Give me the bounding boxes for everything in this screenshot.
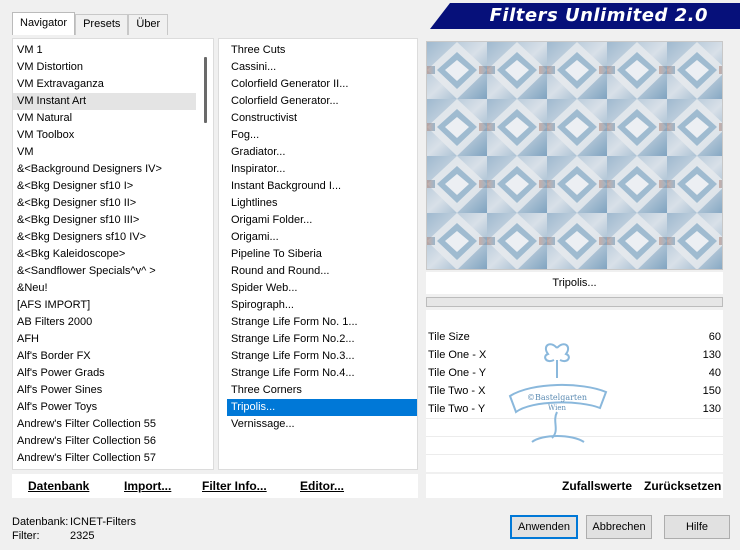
list-item[interactable]: AB Filters 2000 xyxy=(13,314,213,331)
filter-info-button[interactable]: Filter Info... xyxy=(202,479,267,493)
import-button[interactable]: Import... xyxy=(124,479,171,493)
status-database-value: ICNET-Filters xyxy=(70,516,136,528)
list-item[interactable]: Alf's Power Grads xyxy=(13,365,213,382)
left-action-bar: Datenbank Import... Filter Info... Edito… xyxy=(12,474,418,498)
category-scrollbar[interactable] xyxy=(196,39,213,469)
list-item[interactable]: Spider Web... xyxy=(227,280,417,297)
list-item[interactable]: Alf's Power Toys xyxy=(13,399,213,416)
list-item[interactable]: VM Natural xyxy=(13,110,213,127)
list-item[interactable]: Three Corners xyxy=(227,382,417,399)
list-item[interactable]: Gradiator... xyxy=(227,144,417,161)
tab-about[interactable]: Über xyxy=(128,14,169,35)
list-item[interactable]: Andrew's Filter Collection 58 xyxy=(13,467,213,469)
list-item[interactable]: Pipeline To Siberia xyxy=(227,246,417,263)
param-label: Tile Size xyxy=(428,331,470,343)
list-item[interactable]: Spirograph... xyxy=(227,297,417,314)
preview-pattern xyxy=(427,42,722,269)
list-item[interactable]: Tripolis... xyxy=(227,399,417,416)
list-item[interactable]: Origami Folder... xyxy=(227,212,417,229)
param-value[interactable]: 130 xyxy=(703,346,721,364)
list-item[interactable]: &Neu! xyxy=(13,280,213,297)
category-list-panel: VM 1 VM Distortion VM Extravaganza VM Insta… xyxy=(12,38,214,470)
list-item[interactable]: Colorfield Generator II... xyxy=(227,76,417,93)
param-row-empty xyxy=(426,454,723,472)
list-item[interactable]: Instant Background I... xyxy=(227,178,417,195)
list-item[interactable]: Origami... xyxy=(227,229,417,246)
param-label: Tile One - X xyxy=(428,349,487,361)
list-item[interactable]: Andrew's Filter Collection 56 xyxy=(13,433,213,450)
param-value[interactable]: 60 xyxy=(709,328,721,346)
param-row-tile-one-y[interactable]: Tile One - Y 40 xyxy=(426,364,723,382)
status-filter-value: 2325 xyxy=(70,530,95,542)
apply-button[interactable]: Anwenden xyxy=(510,515,578,539)
list-item[interactable]: Constructivist xyxy=(227,110,417,127)
list-item[interactable]: Lightlines xyxy=(227,195,417,212)
preview-image xyxy=(426,41,723,270)
list-item[interactable]: &<Bkg Designer sf10 II> xyxy=(13,195,213,212)
list-item[interactable]: Strange Life Form No.3... xyxy=(227,348,417,365)
list-item[interactable]: VM Distortion xyxy=(13,59,213,76)
tab-strip: Navigator Presets Über xyxy=(12,12,169,35)
list-item[interactable]: Alf's Border FX xyxy=(13,348,213,365)
param-value[interactable]: 40 xyxy=(709,364,721,382)
status-database-label: Datenbank: xyxy=(12,516,69,528)
list-item[interactable]: Three Cuts xyxy=(227,42,417,59)
param-row-empty xyxy=(426,436,723,454)
param-row-tile-two-x[interactable]: Tile Two - X 150 xyxy=(426,382,723,400)
editor-button[interactable]: Editor... xyxy=(300,479,344,493)
param-value[interactable]: 150 xyxy=(703,382,721,400)
filter-list[interactable]: Three Cuts Cassini... Colorfield Generator… xyxy=(219,39,417,433)
list-item[interactable]: Strange Life Form No.2... xyxy=(227,331,417,348)
param-value[interactable]: 130 xyxy=(703,400,721,418)
randomize-button[interactable]: Zufallswerte xyxy=(562,479,632,493)
reset-button[interactable]: Zurücksetzen xyxy=(644,479,721,493)
list-item[interactable]: &<Background Designers IV> xyxy=(13,161,213,178)
list-item[interactable]: AFH xyxy=(13,331,213,348)
param-row-empty xyxy=(426,418,723,436)
list-item[interactable]: &<Bkg Designer sf10 III> xyxy=(13,212,213,229)
list-item[interactable]: &<Sandflower Specials^v^ > xyxy=(13,263,213,280)
category-scroll-thumb[interactable] xyxy=(204,57,207,123)
list-item[interactable]: [AFS IMPORT] xyxy=(13,297,213,314)
preview-filter-name: Tripolis... xyxy=(426,272,723,294)
list-item[interactable]: &<Bkg Designers sf10 IV> xyxy=(13,229,213,246)
tab-presets[interactable]: Presets xyxy=(75,14,129,35)
list-item[interactable]: Vernissage... xyxy=(227,416,417,433)
list-item[interactable]: &<Bkg Kaleidoscope> xyxy=(13,246,213,263)
progress-bar xyxy=(426,297,723,307)
list-item[interactable]: VM Instant Art xyxy=(13,93,213,110)
param-row-tile-one-x[interactable]: Tile One - X 130 xyxy=(426,346,723,364)
parameter-panel: Tile Size 60 Tile One - X 130 Tile One -… xyxy=(426,310,723,472)
list-item[interactable]: VM Extravaganza xyxy=(13,76,213,93)
list-item[interactable]: Fog... xyxy=(227,127,417,144)
status-area: Datenbank: ICNET-Filters Filter: 2325 xyxy=(12,515,136,543)
category-list[interactable]: VM 1 VM Distortion VM Extravaganza VM Insta… xyxy=(13,39,213,469)
list-item[interactable]: Strange Life Form No. 1... xyxy=(227,314,417,331)
list-item[interactable]: Andrew's Filter Collection 57 xyxy=(13,450,213,467)
param-label: Tile One - Y xyxy=(428,367,487,379)
list-item[interactable]: Strange Life Form No.4... xyxy=(227,365,417,382)
right-action-bar: Zufallswerte Zurücksetzen xyxy=(426,474,723,498)
param-row-tile-two-y[interactable]: Tile Two - Y 130 xyxy=(426,400,723,418)
list-item[interactable]: Alf's Power Sines xyxy=(13,382,213,399)
list-item[interactable]: VM Toolbox xyxy=(13,127,213,144)
database-button[interactable]: Datenbank xyxy=(28,479,89,493)
list-item[interactable]: Colorfield Generator... xyxy=(227,93,417,110)
app-title: Filters Unlimited 2.0 xyxy=(489,5,708,26)
help-button[interactable]: Hilfe xyxy=(664,515,730,539)
list-item[interactable]: Round and Round... xyxy=(227,263,417,280)
filter-list-panel: Three Cuts Cassini... Colorfield Generator… xyxy=(218,38,418,470)
list-item[interactable]: Andrew's Filter Collection 55 xyxy=(13,416,213,433)
param-row-tile-size[interactable]: Tile Size 60 xyxy=(426,328,723,346)
list-item[interactable]: Inspirator... xyxy=(227,161,417,178)
status-filter-label: Filter: xyxy=(12,530,40,542)
list-item[interactable]: &<Bkg Designer sf10 I> xyxy=(13,178,213,195)
param-label: Tile Two - X xyxy=(428,385,486,397)
list-item[interactable]: Cassini... xyxy=(227,59,417,76)
list-item[interactable]: VM xyxy=(13,144,213,161)
tab-navigator[interactable]: Navigator xyxy=(12,12,76,35)
list-item[interactable]: VM 1 xyxy=(13,42,213,59)
param-label: Tile Two - Y xyxy=(428,403,486,415)
cancel-button[interactable]: Abbrechen xyxy=(586,515,652,539)
